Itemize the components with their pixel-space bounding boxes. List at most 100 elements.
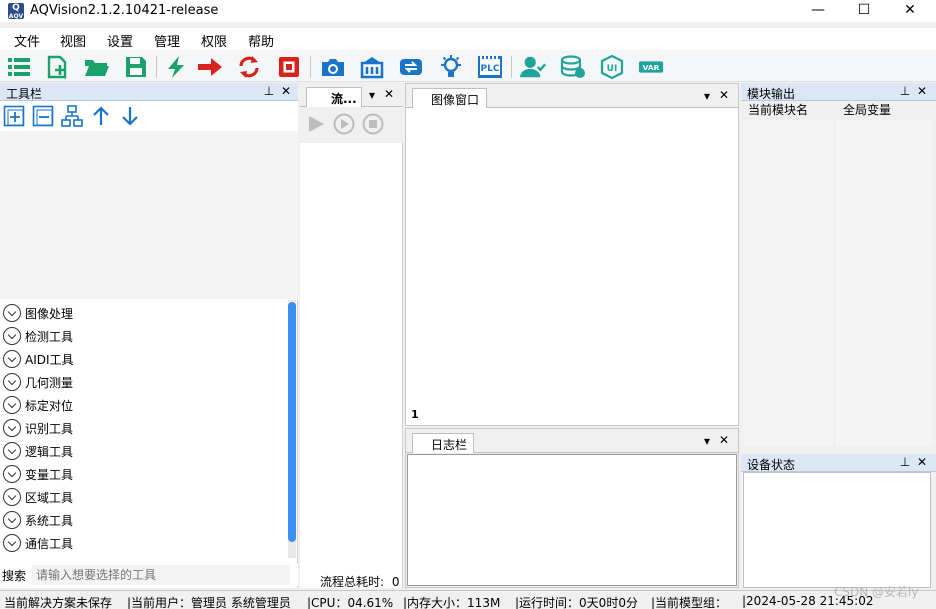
menu-manage[interactable]: 管理 [154, 31, 180, 50]
camera-icon[interactable] [320, 54, 346, 80]
flow-controls [300, 107, 403, 143]
tab-log-label: 日志栏 [431, 438, 468, 452]
play-circle-icon[interactable] [333, 113, 355, 135]
tool-category-calibration[interactable]: 标定对位 [2, 394, 282, 416]
stop-circle-icon[interactable] [362, 113, 384, 135]
tool-category-aidi[interactable]: AIDI工具 [2, 348, 282, 370]
chevron-down-icon [3, 511, 21, 529]
close-icon[interactable]: ✕ [717, 433, 731, 447]
close-icon[interactable]: ✕ [717, 88, 731, 102]
run-continuous-icon[interactable] [197, 54, 223, 80]
status-bar: 当前解决方案未保存 |当前用户：管理员 系统管理员 |CPU：04.61% |内… [0, 590, 936, 609]
tool-list-scrollbar[interactable] [288, 300, 296, 558]
tree-structure-icon[interactable] [61, 105, 83, 127]
ui-icon[interactable]: UI [599, 54, 625, 80]
chevron-down-icon [3, 488, 21, 506]
maximize-button[interactable]: ☐ [841, 0, 887, 22]
chevron-down-icon [3, 442, 21, 460]
tab-log[interactable]: 日志栏 [412, 433, 474, 453]
communication-icon[interactable] [398, 54, 424, 80]
close-icon[interactable]: ✕ [915, 455, 929, 469]
chevron-down-icon [3, 304, 21, 322]
module-output-header: 模块输出 ⊥ ✕ [741, 83, 936, 101]
pin-icon[interactable]: ⊥ [898, 84, 912, 98]
var-icon[interactable]: VAR [638, 54, 664, 80]
play-icon[interactable] [305, 113, 327, 135]
scrollbar-thumb[interactable] [288, 302, 296, 542]
tool-category-logic[interactable]: 逻辑工具 [2, 440, 282, 462]
tool-category-label: 变量工具 [25, 468, 74, 482]
status-model: |当前模型组： [651, 596, 728, 609]
tool-category-system[interactable]: 系统工具 [2, 509, 282, 531]
toolbox-title: 工具栏 [6, 87, 43, 101]
device-status-content [743, 472, 931, 588]
move-up-icon[interactable] [90, 105, 112, 127]
list-icon[interactable] [6, 54, 32, 80]
toolbox-icon-row [0, 101, 298, 131]
chevron-down-icon [3, 465, 21, 483]
tool-category-region[interactable]: 区域工具 [2, 486, 282, 508]
light-icon[interactable] [438, 54, 464, 80]
menu-permissions[interactable]: 权限 [201, 31, 227, 50]
open-folder-icon[interactable] [84, 54, 110, 80]
tab-dropdown-icon[interactable]: ▾ [365, 88, 379, 102]
column-header-global-variable[interactable]: 全局变量 [843, 101, 891, 118]
run-once-icon[interactable] [163, 54, 189, 80]
save-icon[interactable] [123, 54, 149, 80]
database-icon[interactable] [560, 54, 586, 80]
expand-all-icon[interactable] [3, 105, 25, 127]
menu-file[interactable]: 文件 [14, 31, 40, 50]
tool-category-geometry[interactable]: 几何测量 [2, 371, 282, 393]
tab-image-window[interactable]: 图像窗口 [412, 88, 487, 108]
close-icon[interactable]: ✕ [915, 84, 929, 98]
tool-category-image-processing[interactable]: 图像处理 [2, 302, 282, 324]
pin-icon[interactable]: ⊥ [262, 84, 276, 98]
close-icon[interactable]: ✕ [279, 84, 293, 98]
loop-icon[interactable] [236, 54, 262, 80]
app-logo-icon: Q AQV [8, 3, 24, 20]
toolbar-separator [310, 56, 311, 78]
tool-category-list: 图像处理 检测工具 AIDI工具 几何测量 标定对位 识别工具 逻辑工具 变量工… [0, 300, 296, 558]
io-card-icon[interactable] [359, 54, 385, 80]
tool-category-communication[interactable]: 通信工具 [2, 532, 282, 554]
image-window[interactable] [405, 83, 739, 426]
menu-bar: 文件 视图 设置 管理 权限 帮助 [0, 28, 936, 50]
menu-help[interactable]: 帮助 [248, 31, 274, 50]
module-name-column [743, 120, 833, 446]
close-window-button[interactable]: ✕ [887, 0, 933, 22]
plc-icon[interactable]: PLC [477, 54, 503, 80]
tab-dropdown-icon[interactable]: ▾ [700, 434, 714, 448]
menu-view[interactable]: 视图 [60, 31, 86, 50]
tool-category-detection[interactable]: 检测工具 [2, 325, 282, 347]
status-solution: 当前解决方案未保存 [4, 596, 113, 609]
plc-icon-label: PLC [481, 64, 500, 74]
menu-settings[interactable]: 设置 [107, 31, 133, 50]
move-down-icon[interactable] [119, 105, 141, 127]
chevron-down-icon [3, 350, 21, 368]
log-content[interactable] [407, 454, 737, 586]
status-cpu: |CPU：04.61% [307, 596, 394, 609]
chevron-down-icon [3, 327, 21, 345]
status-memory: |内存大小：113M [403, 596, 501, 609]
collapse-all-icon[interactable] [32, 105, 54, 127]
tab-flow[interactable]: 流... [306, 87, 362, 107]
flow-time-label: 流程总耗时: [320, 575, 385, 589]
pin-icon[interactable]: ⊥ [898, 455, 912, 469]
tool-category-recognition[interactable]: 识别工具 [2, 417, 282, 439]
tool-category-label: 识别工具 [25, 422, 74, 436]
tool-category-variable[interactable]: 变量工具 [2, 463, 282, 485]
tab-image-label: 图像窗口 [431, 93, 480, 107]
status-user: |当前用户：管理员 系统管理员 [127, 596, 291, 609]
user-icon[interactable] [520, 54, 546, 80]
column-header-current-module[interactable]: 当前模块名 [748, 101, 808, 118]
close-icon[interactable]: ✕ [382, 87, 396, 101]
device-status-header: 设备状态 ⊥ ✕ [741, 454, 936, 472]
module-output-title: 模块输出 [747, 87, 796, 101]
tab-dropdown-icon[interactable]: ▾ [700, 89, 714, 103]
tool-category-label: 逻辑工具 [25, 445, 74, 459]
tool-search-input[interactable] [32, 565, 290, 585]
stop-icon[interactable] [276, 54, 302, 80]
minimize-button[interactable]: — [795, 0, 841, 22]
tab-flow-label: 流... [331, 92, 357, 106]
new-file-icon[interactable] [44, 54, 70, 80]
